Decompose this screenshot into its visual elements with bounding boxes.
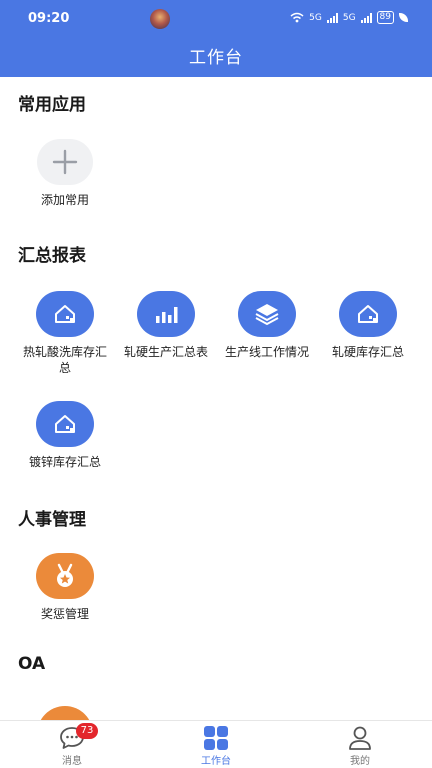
- report-app-label: 镀锌库存汇总: [28, 455, 101, 469]
- chat-icon: 73: [32, 723, 112, 751]
- hr-app-label: 奖惩管理: [40, 607, 89, 621]
- layers-icon: [238, 291, 296, 337]
- person-icon: [320, 725, 400, 751]
- tab-label: 工作台: [201, 756, 231, 767]
- report-app-label: 生产线工作情况: [224, 345, 309, 359]
- hr-app-rewards-penalties[interactable]: 奖惩管理: [15, 553, 115, 622]
- add-common-app-label: 添加常用: [40, 193, 89, 207]
- add-common-app-button[interactable]: 添加常用: [15, 139, 115, 208]
- warehouse-icon: [339, 291, 397, 337]
- unread-badge: 73: [76, 723, 98, 739]
- grid-icon: [176, 725, 256, 751]
- bar-chart-icon: [137, 291, 195, 337]
- tab-label: 我的: [350, 756, 370, 767]
- page-title: 工作台: [189, 48, 243, 68]
- battery-icon: 89: [376, 11, 394, 24]
- leaf-icon: [399, 13, 408, 22]
- wifi-icon: [290, 12, 304, 23]
- report-app-label: 轧硬库存汇总: [331, 345, 404, 359]
- report-app-galvanized-stock[interactable]: 镀锌库存汇总: [15, 401, 115, 470]
- network-type-1: 5G: [309, 12, 322, 23]
- report-app-hard-rolled-production[interactable]: 轧硬生产汇总表: [116, 291, 216, 360]
- report-app-hard-rolled-stock[interactable]: 轧硬库存汇总: [318, 291, 418, 360]
- warehouse-icon: [36, 401, 94, 447]
- report-app-label: 轧硬生产汇总表: [123, 345, 208, 359]
- tab-label: 消息: [62, 756, 82, 767]
- status-bar: 09:20 5G 5G 89: [0, 0, 432, 36]
- status-time: 09:20: [28, 11, 70, 26]
- signal-icon-1: [326, 12, 338, 23]
- status-indicators: 5G 5G 89: [290, 11, 408, 24]
- notification-icon: [150, 9, 170, 29]
- tab-profile[interactable]: 我的: [320, 725, 400, 767]
- plus-icon: [37, 139, 93, 185]
- report-app-production-line-status[interactable]: 生产线工作情况: [217, 291, 317, 360]
- section-title-reports: 汇总报表: [18, 246, 86, 266]
- warehouse-icon: [36, 291, 94, 337]
- report-app-label: 热轧酸洗库存汇总: [22, 345, 107, 375]
- network-type-2: 5G: [342, 12, 356, 23]
- tab-messages[interactable]: 73 消息: [32, 723, 112, 767]
- bottom-tab-bar: 73 消息 工作台 我的: [0, 720, 432, 768]
- app-header: 09:20 5G 5G 89 工作台: [0, 0, 432, 77]
- section-title-common: 常用应用: [18, 95, 86, 115]
- medal-icon: [36, 553, 94, 599]
- section-title-hr: 人事管理: [18, 510, 86, 530]
- signal-icon-2: [360, 12, 372, 23]
- tab-workbench[interactable]: 工作台: [176, 725, 256, 767]
- report-app-hot-rolled-pickling-stock[interactable]: 热轧酸洗库存汇总: [15, 291, 115, 376]
- section-title-oa: OA: [18, 654, 46, 674]
